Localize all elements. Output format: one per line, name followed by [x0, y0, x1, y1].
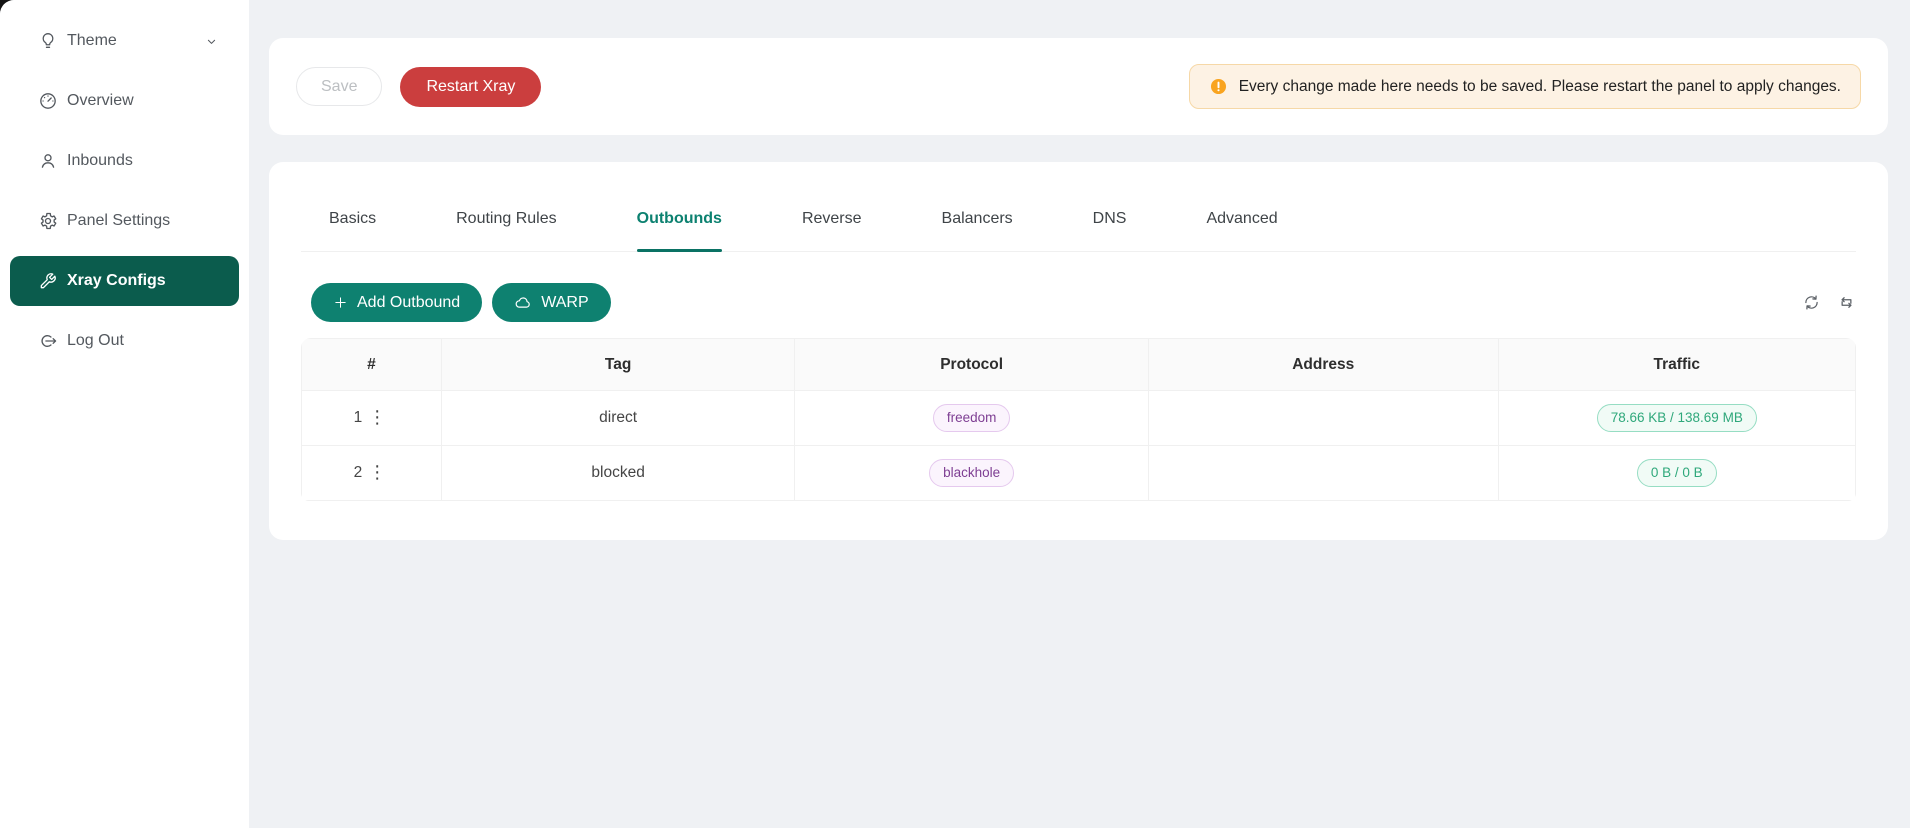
protocol-badge: blackhole [929, 459, 1014, 488]
table-header-row: # Tag Protocol Address Traffic [302, 339, 1856, 391]
sidebar: Theme Overview Inbounds Panel Settings [0, 0, 249, 828]
warp-label: WARP [541, 294, 588, 312]
sidebar-item-label: Theme [67, 32, 117, 50]
row-number: 1 [354, 409, 363, 427]
wrench-icon [38, 271, 58, 291]
column-header-protocol: Protocol [795, 339, 1149, 391]
column-header-tag: Tag [441, 339, 795, 391]
sidebar-item-log-out[interactable]: Log Out [10, 316, 239, 366]
row-number: 2 [354, 464, 363, 482]
table-row: 2 ⋮ blocked blackhole 0 B / 0 B [302, 446, 1856, 501]
outbounds-table-wrap: # Tag Protocol Address Traffic 1 [301, 338, 1856, 501]
repeat-icon[interactable] [1837, 293, 1856, 312]
user-icon [38, 151, 58, 171]
sidebar-item-label: Panel Settings [67, 212, 170, 230]
table-row: 1 ⋮ direct freedom 78.66 KB / 138.69 MB [302, 391, 1856, 446]
gear-icon [38, 211, 58, 231]
sidebar-item-label: Xray Configs [67, 272, 166, 290]
column-header-address: Address [1148, 339, 1498, 391]
tag-cell: blocked [441, 446, 795, 501]
tab-outbounds[interactable]: Outbounds [637, 186, 722, 251]
app-root: Theme Overview Inbounds Panel Settings [0, 0, 1910, 828]
traffic-badge: 0 B / 0 B [1637, 459, 1717, 488]
bulb-icon [38, 31, 58, 51]
add-outbound-button[interactable]: Add Outbound [311, 283, 482, 322]
traffic-badge: 78.66 KB / 138.69 MB [1597, 404, 1757, 433]
sidebar-item-label: Log Out [67, 332, 124, 350]
sidebar-item-theme[interactable]: Theme [10, 16, 239, 66]
table-tools [1802, 293, 1856, 312]
row-menu-button[interactable]: ⋮ [365, 409, 389, 427]
address-cell [1148, 446, 1498, 501]
xray-config-panel: Basics Routing Rules Outbounds Reverse B… [269, 162, 1888, 540]
tag-cell: direct [441, 391, 795, 446]
sidebar-item-inbounds[interactable]: Inbounds [10, 136, 239, 186]
cloud-icon [514, 294, 532, 312]
outbounds-toolbar: Add Outbound WARP [301, 283, 1856, 322]
address-cell [1148, 391, 1498, 446]
tab-advanced[interactable]: Advanced [1206, 186, 1277, 251]
logout-icon [38, 331, 58, 351]
dashboard-icon [38, 91, 58, 111]
restart-xray-button[interactable]: Restart Xray [400, 67, 541, 107]
sidebar-item-panel-settings[interactable]: Panel Settings [10, 196, 239, 246]
tab-balancers[interactable]: Balancers [942, 186, 1013, 251]
warning-icon [1209, 77, 1228, 96]
chevron-down-icon [204, 34, 219, 49]
sidebar-item-label: Inbounds [67, 152, 133, 170]
warp-button[interactable]: WARP [492, 283, 610, 322]
protocol-badge: freedom [933, 404, 1011, 433]
warning-alert-text: Every change made here needs to be saved… [1239, 78, 1841, 96]
main-area: Save Restart Xray Every change made here… [269, 0, 1888, 828]
row-menu-button[interactable]: ⋮ [365, 464, 389, 482]
action-bar: Save Restart Xray Every change made here… [269, 38, 1888, 135]
plus-icon [333, 295, 348, 310]
config-tabs: Basics Routing Rules Outbounds Reverse B… [301, 186, 1856, 252]
outbounds-table: # Tag Protocol Address Traffic 1 [301, 338, 1856, 501]
warning-alert: Every change made here needs to be saved… [1189, 64, 1861, 109]
column-header-traffic: Traffic [1498, 339, 1855, 391]
tab-dns[interactable]: DNS [1093, 186, 1127, 251]
sidebar-item-label: Overview [67, 92, 134, 110]
sidebar-item-xray-configs[interactable]: Xray Configs [10, 256, 239, 306]
save-button[interactable]: Save [296, 67, 382, 106]
tab-basics[interactable]: Basics [329, 186, 376, 251]
add-outbound-label: Add Outbound [357, 294, 460, 312]
sidebar-item-overview[interactable]: Overview [10, 76, 239, 126]
column-header-index: # [302, 339, 442, 391]
tab-routing-rules[interactable]: Routing Rules [456, 186, 557, 251]
tab-reverse[interactable]: Reverse [802, 186, 862, 251]
sync-icon[interactable] [1802, 293, 1821, 312]
